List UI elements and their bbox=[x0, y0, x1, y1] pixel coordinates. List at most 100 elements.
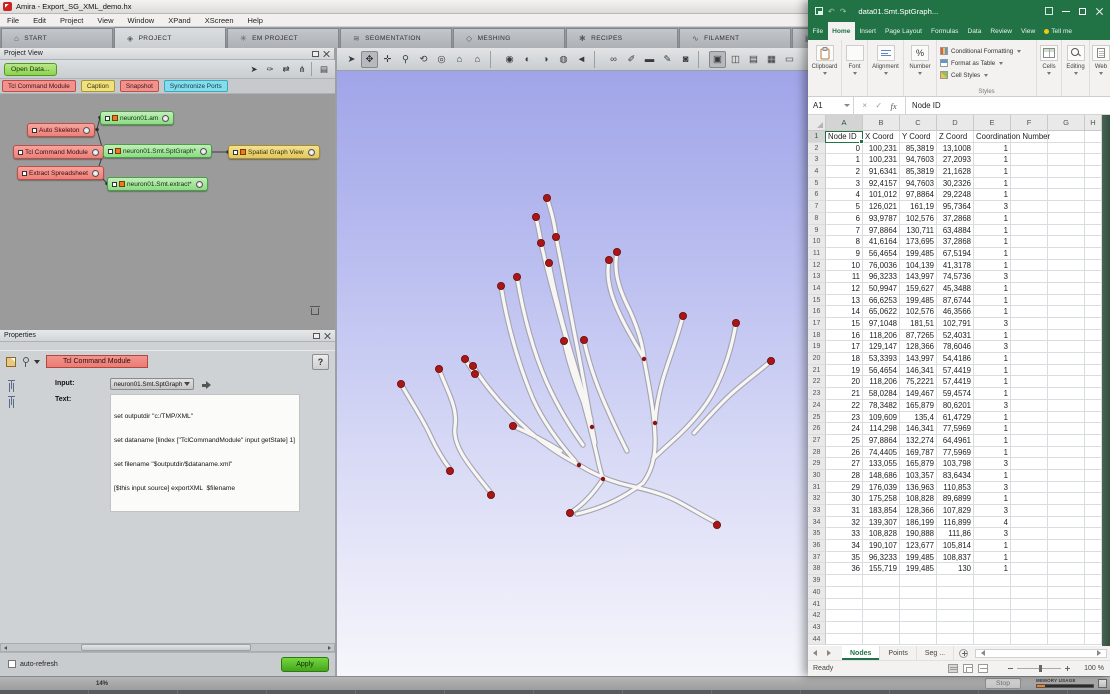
minimize-icon[interactable] bbox=[1062, 11, 1070, 12]
zoom-in-icon[interactable] bbox=[1065, 666, 1070, 671]
cell[interactable] bbox=[1085, 528, 1102, 540]
cell[interactable] bbox=[1011, 423, 1048, 435]
cell[interactable] bbox=[937, 634, 974, 646]
help-button[interactable]: ? bbox=[312, 354, 329, 370]
page-break-view-icon[interactable] bbox=[978, 664, 988, 673]
project-pool[interactable]: neuron01.amAuto SkeletonTcl Command Modu… bbox=[0, 94, 335, 330]
redo-icon[interactable]: ↷ bbox=[840, 7, 847, 16]
row-header-20[interactable]: 20 bbox=[808, 353, 826, 365]
menu-xscreen[interactable]: XScreen bbox=[198, 16, 241, 25]
node-info-icon[interactable] bbox=[200, 148, 207, 155]
cell[interactable]: 16 bbox=[826, 330, 863, 342]
ribbon-group-alignment[interactable]: Alignment bbox=[868, 40, 904, 96]
column-header-h[interactable]: H bbox=[1085, 115, 1102, 131]
layout-quad-icon[interactable]: ▦ bbox=[763, 51, 780, 68]
cell[interactable] bbox=[1085, 634, 1102, 646]
row-header-4[interactable]: 4 bbox=[808, 166, 826, 178]
cell[interactable] bbox=[1011, 283, 1048, 295]
cell[interactable] bbox=[1011, 599, 1048, 611]
cell[interactable] bbox=[1048, 131, 1085, 143]
cell[interactable] bbox=[1048, 236, 1085, 248]
cell[interactable]: 165,879 bbox=[900, 400, 937, 412]
row-header-12[interactable]: 12 bbox=[808, 260, 826, 272]
cell[interactable]: 1 bbox=[974, 493, 1011, 505]
cell[interactable] bbox=[1011, 341, 1048, 353]
cell[interactable]: 64,4961 bbox=[937, 435, 974, 447]
cell[interactable]: 110,853 bbox=[937, 482, 974, 494]
cell[interactable]: 1 bbox=[974, 365, 1011, 377]
cell[interactable] bbox=[1085, 365, 1102, 377]
cell[interactable] bbox=[1011, 225, 1048, 237]
cell[interactable]: 9 bbox=[826, 248, 863, 260]
cell[interactable]: Node ID bbox=[826, 131, 863, 143]
cell[interactable]: 1 bbox=[974, 248, 1011, 260]
cell[interactable]: 74,5736 bbox=[937, 271, 974, 283]
workspace-tab-recipes[interactable]: ✱RECIPES bbox=[566, 28, 678, 48]
row-header-37[interactable]: 37 bbox=[808, 552, 826, 564]
menu-help[interactable]: Help bbox=[241, 16, 270, 25]
cell[interactable] bbox=[1048, 341, 1085, 353]
cell[interactable]: 108,828 bbox=[863, 528, 900, 540]
ribbon-tab-data[interactable]: Data bbox=[963, 22, 986, 40]
sheet-tab-seg[interactable]: Seg ... bbox=[917, 646, 954, 660]
cell[interactable]: 199,485 bbox=[900, 563, 937, 575]
cell[interactable] bbox=[1011, 306, 1048, 318]
cell[interactable] bbox=[1085, 563, 1102, 575]
zoom-icon[interactable]: ⚲ bbox=[397, 51, 414, 68]
cell[interactable] bbox=[937, 575, 974, 587]
cell[interactable]: 61,4729 bbox=[937, 412, 974, 424]
cell[interactable]: 3 bbox=[974, 400, 1011, 412]
auto-refresh-checkbox[interactable] bbox=[8, 660, 16, 668]
cell[interactable]: 97,8864 bbox=[863, 225, 900, 237]
column-header-a[interactable]: A bbox=[826, 115, 863, 131]
cell[interactable] bbox=[1011, 271, 1048, 283]
row-header-21[interactable]: 21 bbox=[808, 365, 826, 377]
cell[interactable] bbox=[1048, 482, 1085, 494]
row-header-29[interactable]: 29 bbox=[808, 458, 826, 470]
cell[interactable]: 146,341 bbox=[900, 365, 937, 377]
cell[interactable]: 15 bbox=[826, 318, 863, 330]
home-icon[interactable]: ⌂ bbox=[451, 51, 468, 68]
cell[interactable] bbox=[1085, 341, 1102, 353]
cell[interactable]: 136,963 bbox=[900, 482, 937, 494]
scroll-right-icon[interactable] bbox=[1097, 650, 1101, 656]
cell[interactable]: 17 bbox=[826, 341, 863, 353]
cell[interactable]: 1 bbox=[974, 412, 1011, 424]
pin-icon[interactable] bbox=[22, 357, 28, 367]
cell[interactable] bbox=[863, 634, 900, 646]
row-header-26[interactable]: 26 bbox=[808, 423, 826, 435]
select-icon[interactable]: ➤ bbox=[343, 51, 360, 68]
row-header-10[interactable]: 10 bbox=[808, 236, 826, 248]
row-header-35[interactable]: 35 bbox=[808, 528, 826, 540]
undock-icon[interactable] bbox=[313, 333, 320, 339]
close-panel-icon[interactable] bbox=[323, 50, 330, 57]
cell[interactable]: 143,997 bbox=[900, 271, 937, 283]
cell[interactable]: 97,1048 bbox=[863, 318, 900, 330]
cell[interactable]: 66,6253 bbox=[863, 295, 900, 307]
cell[interactable] bbox=[1048, 365, 1085, 377]
cell[interactable] bbox=[1085, 435, 1102, 447]
cell[interactable] bbox=[1011, 353, 1048, 365]
cell[interactable]: 24 bbox=[826, 423, 863, 435]
apply-button[interactable]: Apply bbox=[281, 657, 329, 672]
set-home-icon[interactable]: ⌂ bbox=[469, 51, 486, 68]
cell[interactable]: Z Coord bbox=[937, 131, 974, 143]
cell[interactable]: 34 bbox=[826, 540, 863, 552]
cell[interactable] bbox=[1011, 634, 1048, 646]
connect-tool-icon[interactable]: ⇄ bbox=[279, 62, 293, 76]
row-header-42[interactable]: 42 bbox=[808, 610, 826, 622]
cell[interactable]: 33 bbox=[826, 528, 863, 540]
cell[interactable]: 83,6434 bbox=[937, 470, 974, 482]
cell[interactable]: 1 bbox=[974, 552, 1011, 564]
cell[interactable]: 41,3178 bbox=[937, 260, 974, 272]
cell[interactable]: 1 bbox=[974, 166, 1011, 178]
cell[interactable] bbox=[900, 599, 937, 611]
cell[interactable]: 5 bbox=[826, 201, 863, 213]
cell[interactable]: 95,7364 bbox=[937, 201, 974, 213]
row-header-19[interactable]: 19 bbox=[808, 341, 826, 353]
cell[interactable]: 91,6341 bbox=[863, 166, 900, 178]
tag-tcl-command-module[interactable]: Tcl Command Module bbox=[2, 80, 76, 92]
rotate-icon[interactable]: ⟲ bbox=[415, 51, 432, 68]
menu-project[interactable]: Project bbox=[53, 16, 90, 25]
cell[interactable] bbox=[974, 587, 1011, 599]
